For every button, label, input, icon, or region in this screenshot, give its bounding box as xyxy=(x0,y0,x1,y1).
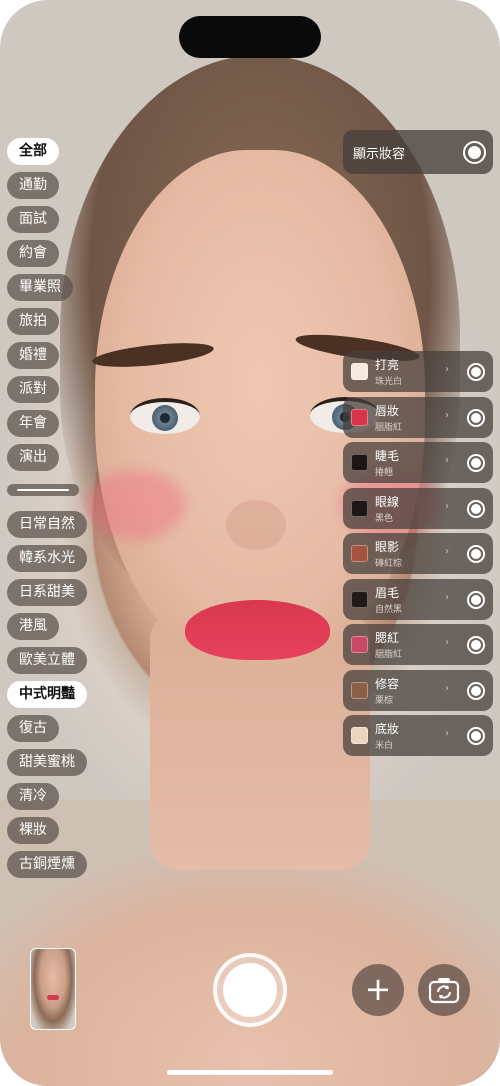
dynamic-island xyxy=(179,16,321,58)
left-cheek-blush xyxy=(85,470,185,540)
chevron-right-icon: › xyxy=(445,500,449,512)
show-makeup-label: 顯示妝容 xyxy=(353,147,406,162)
occasion-chip[interactable]: 全部 xyxy=(7,138,59,165)
makeup-item-row[interactable]: 底妝米白 › xyxy=(343,715,493,756)
makeup-item-row[interactable]: 睫毛捲翹 › xyxy=(343,442,493,483)
chevron-right-icon: › xyxy=(445,455,449,466)
makeup-item-toggle[interactable] xyxy=(467,681,485,700)
camera-flip-button[interactable] xyxy=(418,964,470,1016)
makeup-item-title: 眼影 xyxy=(375,540,400,554)
makeup-item-shade: 胭脂紅 xyxy=(375,422,403,433)
shutter-inner xyxy=(223,963,277,1017)
style-chip[interactable]: 港風 xyxy=(7,613,59,640)
makeup-item-shade: 黑色 xyxy=(375,513,394,524)
chevron-right-icon: › xyxy=(445,682,449,694)
occasion-chip[interactable]: 旅拍 xyxy=(7,308,59,335)
chevron-right-icon: › xyxy=(445,591,449,603)
occasion-chip[interactable]: 派對 xyxy=(7,376,59,403)
show-makeup-radio[interactable] xyxy=(463,141,486,164)
occasion-chip[interactable]: 婚禮 xyxy=(7,342,59,369)
makeup-item-toggle[interactable] xyxy=(467,636,485,654)
makeup-item-row[interactable]: 打亮珠光白 › xyxy=(343,351,493,392)
style-chip[interactable]: 日常自然 xyxy=(7,511,87,538)
color-swatch xyxy=(351,590,368,608)
makeup-item-title: 打亮 xyxy=(375,358,400,372)
makeup-item-shade: 米白 xyxy=(375,741,394,751)
occasion-chip[interactable]: 面試 xyxy=(7,206,59,233)
makeup-item-shade: 捲翹 xyxy=(375,468,394,478)
makeup-item-shade: 磚紅棕 xyxy=(375,559,403,569)
shutter-button[interactable] xyxy=(213,953,287,1027)
makeup-item-toggle[interactable] xyxy=(467,545,485,563)
style-chip[interactable]: 日系甜美 xyxy=(7,579,87,606)
makeup-item-row[interactable]: 腮紅胭脂紅 › xyxy=(343,624,493,665)
style-chip[interactable]: 清冷 xyxy=(7,783,59,810)
left-eye xyxy=(130,398,200,434)
style-chip[interactable]: 甜美蜜桃 xyxy=(7,749,87,776)
makeup-item-shade: 自然黑 xyxy=(375,604,403,615)
makeup-item-shade: 珠光白 xyxy=(375,377,403,387)
style-chip[interactable]: 復古 xyxy=(7,715,59,742)
color-swatch xyxy=(351,545,368,562)
color-swatch xyxy=(351,499,368,517)
makeup-item-toggle[interactable] xyxy=(467,499,485,518)
camera-flip-icon xyxy=(428,978,460,1004)
color-swatch xyxy=(351,408,368,426)
makeup-item-title: 唇妝 xyxy=(375,403,400,418)
makeup-item-title: 睫毛 xyxy=(375,449,400,463)
home-indicator xyxy=(167,1070,333,1075)
occasion-chip[interactable]: 年會 xyxy=(7,410,59,437)
chevron-right-icon: › xyxy=(445,728,449,739)
makeup-item-row[interactable]: 眼影磚紅棕 › xyxy=(343,533,493,574)
style-chip[interactable]: 古銅煙燻 xyxy=(7,851,87,878)
lips xyxy=(185,600,330,660)
show-makeup-toggle[interactable]: 顯示妝容 xyxy=(343,130,493,174)
add-button[interactable]: + xyxy=(352,964,404,1016)
occasion-chip[interactable]: 畢業照 xyxy=(7,274,73,301)
occasion-chip[interactable]: 通勤 xyxy=(7,172,59,199)
makeup-item-title: 修容 xyxy=(375,676,400,691)
chevron-right-icon: › xyxy=(445,364,449,375)
color-swatch xyxy=(351,636,368,653)
camera-screen: 全部通勤面試約會畢業照旅拍婚禮派對年會演出 日常自然韓系水光日系甜美港風歐美立體… xyxy=(0,0,500,1086)
chip-list-separator xyxy=(7,484,79,496)
color-swatch xyxy=(351,727,368,744)
chevron-right-icon: › xyxy=(445,409,449,421)
makeup-item-title: 眉毛 xyxy=(375,585,400,600)
makeup-item-title: 腮紅 xyxy=(375,631,400,645)
makeup-item-title: 底妝 xyxy=(375,722,400,736)
makeup-item-toggle[interactable] xyxy=(467,727,485,745)
style-chip[interactable]: 歐美立體 xyxy=(7,647,87,674)
chevron-right-icon: › xyxy=(445,637,449,648)
add-icon: + xyxy=(364,970,392,1008)
style-chip[interactable]: 裸妝 xyxy=(7,817,59,844)
color-swatch xyxy=(351,681,368,699)
gallery-thumbnail[interactable] xyxy=(30,948,76,1030)
color-swatch xyxy=(351,363,368,380)
style-chip[interactable]: 韓系水光 xyxy=(7,545,87,572)
makeup-item-row[interactable]: 眼線黑色 › xyxy=(343,487,493,529)
style-chip[interactable]: 中式明豔 xyxy=(7,681,87,708)
nose xyxy=(226,500,286,550)
makeup-item-toggle[interactable] xyxy=(467,590,485,609)
occasion-chip[interactable]: 約會 xyxy=(7,240,59,267)
makeup-item-toggle[interactable] xyxy=(467,408,485,427)
occasion-chip[interactable]: 演出 xyxy=(7,444,59,471)
makeup-item-row[interactable]: 眉毛自然黑 › xyxy=(343,578,493,620)
makeup-item-shade: 胭脂紅 xyxy=(375,650,403,660)
makeup-item-toggle[interactable] xyxy=(467,363,485,381)
makeup-item-row[interactable]: 唇妝胭脂紅 › xyxy=(343,396,493,438)
makeup-item-title: 眼線 xyxy=(375,494,400,509)
color-swatch xyxy=(351,454,368,471)
chevron-right-icon: › xyxy=(445,546,449,557)
makeup-item-toggle[interactable] xyxy=(467,454,485,472)
makeup-item-shade: 栗棕 xyxy=(375,695,394,706)
makeup-item-row[interactable]: 修容栗棕 › xyxy=(343,669,493,711)
